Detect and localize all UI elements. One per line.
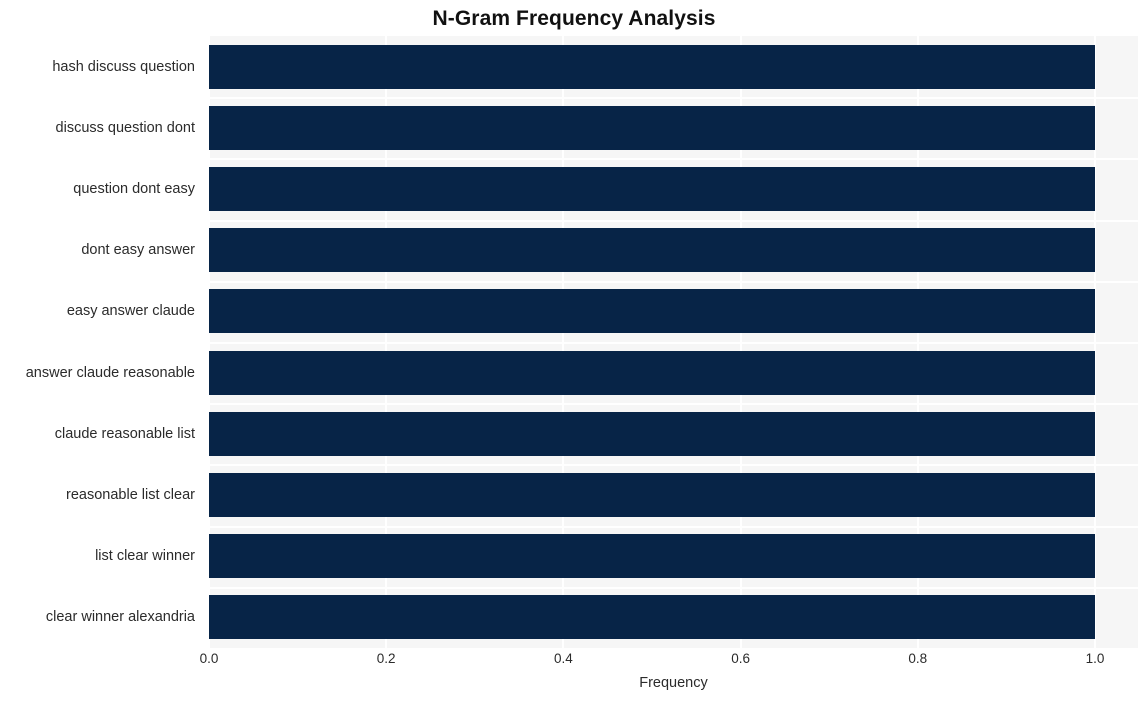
x-axis-tick-label: 0.4: [554, 651, 573, 666]
y-axis-tick-label: dont easy answer: [81, 242, 195, 258]
x-axis-tick-label: 0.2: [376, 651, 396, 666]
y-axis-tick-labels: hash discuss question discuss question do…: [0, 36, 209, 648]
bar: [209, 106, 1095, 150]
bar: [209, 412, 1095, 456]
y-axis-tick-label: answer claude reasonable: [25, 365, 195, 381]
bar: [209, 228, 1095, 272]
bar: [209, 595, 1095, 639]
bar: [209, 351, 1095, 395]
x-axis-tick-labels: 0.0 0.2 0.4 0.6 0.8 1.0: [0, 650, 1148, 672]
y-axis-tick-label: easy answer claude: [66, 303, 195, 319]
x-axis-tick-label: 1.0: [1085, 651, 1105, 666]
y-axis-tick-label: hash discuss question: [52, 59, 195, 75]
chart-title: N-Gram Frequency Analysis: [432, 7, 716, 30]
x-axis-tick-label: 0.6: [731, 651, 750, 666]
y-axis-tick-label: clear winner alexandria: [45, 609, 195, 625]
ngram-frequency-chart-figure: N-Gram Frequency Analysis hash discuss q…: [0, 0, 1148, 701]
x-axis-tick-label: 0.0: [199, 651, 219, 666]
bar-series: [209, 36, 1138, 648]
x-axis-label: Frequency: [639, 675, 708, 691]
y-axis-tick-label: question dont easy: [73, 181, 195, 197]
y-axis-tick-label: claude reasonable list: [54, 426, 195, 442]
bar: [209, 45, 1095, 89]
y-axis-tick-label: list clear winner: [95, 548, 195, 564]
y-axis-tick-label: reasonable list clear: [66, 487, 195, 503]
bar: [209, 534, 1095, 578]
bar: [209, 473, 1095, 517]
y-axis-tick-label: discuss question dont: [55, 120, 195, 136]
bar: [209, 167, 1095, 211]
plot-area: [209, 36, 1138, 648]
bar: [209, 289, 1095, 333]
x-axis-tick-label: 0.8: [908, 651, 928, 666]
